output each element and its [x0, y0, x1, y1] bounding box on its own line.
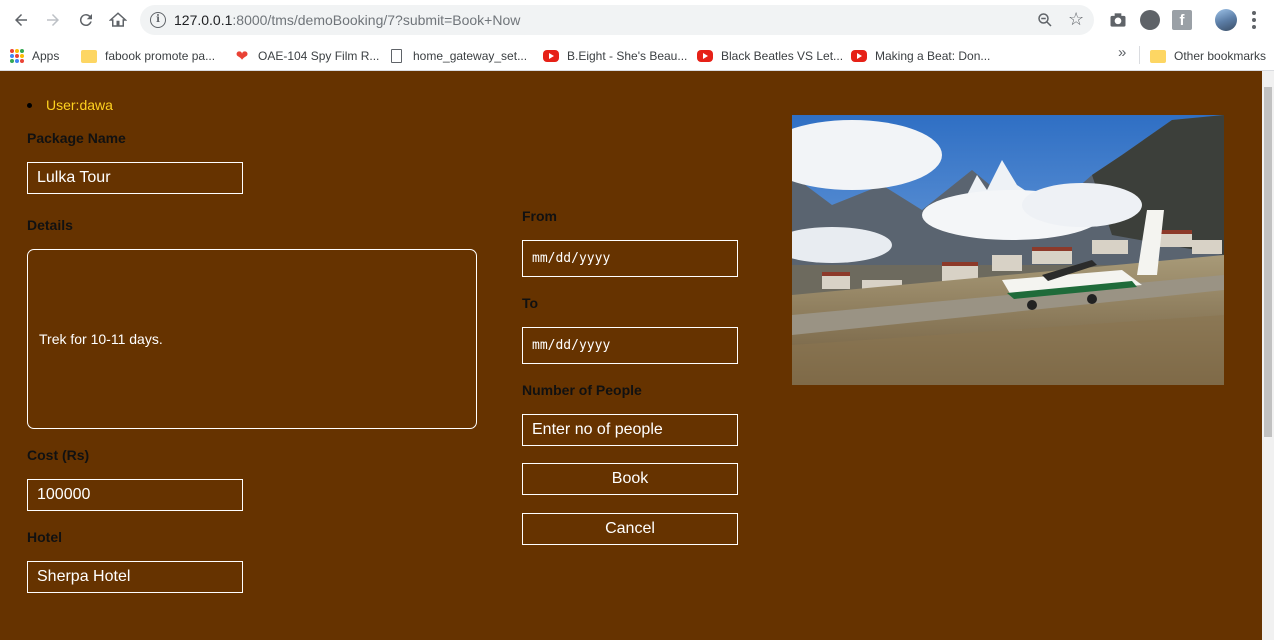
youtube-icon: [851, 50, 867, 62]
reload-icon[interactable]: [74, 8, 98, 32]
lukla-airport-photo: [792, 115, 1224, 385]
home-icon[interactable]: [106, 8, 130, 32]
from-date-input[interactable]: mm/dd/yyyy: [522, 240, 738, 277]
youtube-icon: [697, 50, 713, 62]
package-name-input[interactable]: [27, 162, 243, 194]
browser-menu-icon[interactable]: [1252, 11, 1256, 29]
camera-extension-icon[interactable]: [1108, 10, 1128, 30]
booking-page: User:dawa Package Name Details Trek for …: [0, 71, 1262, 640]
book-button[interactable]: Book: [522, 463, 738, 495]
scrollbar-thumb[interactable]: [1264, 87, 1272, 437]
facebook-extension-icon[interactable]: f: [1172, 10, 1192, 30]
from-label: From: [522, 208, 557, 224]
other-bookmarks[interactable]: Other bookmarks: [1150, 44, 1266, 68]
cost-label: Cost (Rs): [27, 447, 90, 463]
site-info-icon[interactable]: i: [150, 12, 166, 28]
number-of-people-label: Number of People: [522, 382, 642, 398]
details-label: Details: [27, 217, 73, 233]
to-label: To: [522, 295, 539, 311]
bookmark-oae[interactable]: ❤ OAE-104 Spy Film R...: [234, 44, 380, 68]
apps-grid-icon: [10, 49, 24, 63]
profile-avatar[interactable]: [1215, 9, 1237, 31]
browser-toolbar: i 127.0.0.1:8000/tms/demoBooking/7?submi…: [0, 0, 1274, 40]
cost-input[interactable]: [27, 479, 243, 511]
document-icon: [391, 49, 402, 63]
back-arrow-icon[interactable]: [9, 8, 33, 32]
bookmark-fabook[interactable]: fabook promote pa...: [81, 44, 215, 68]
package-name-label: Package Name: [27, 130, 126, 146]
cancel-button[interactable]: Cancel: [522, 513, 738, 545]
hotel-label: Hotel: [27, 529, 62, 545]
number-of-people-input[interactable]: [522, 414, 738, 446]
url-text[interactable]: 127.0.0.1:8000/tms/demoBooking/7?submit=…: [174, 12, 520, 28]
heart-icon: ❤: [235, 48, 249, 65]
address-bar[interactable]: i 127.0.0.1:8000/tms/demoBooking/7?submi…: [140, 5, 1094, 35]
youtube-icon: [543, 50, 559, 62]
bookmarks-overflow-icon[interactable]: »: [1118, 44, 1126, 61]
user-list-item: User:dawa: [27, 97, 113, 113]
bookmark-star-icon[interactable]: ☆: [1068, 9, 1084, 30]
to-date-placeholder: mm/dd/yyyy: [532, 338, 611, 353]
bookmarks-separator: [1139, 46, 1140, 64]
folder-icon: [81, 50, 97, 63]
bookmark-home-gateway[interactable]: home_gateway_set...: [391, 44, 527, 68]
details-textarea[interactable]: Trek for 10-11 days.: [27, 249, 477, 429]
details-text: Trek for 10-11 days.: [39, 331, 163, 347]
globe-extension-icon[interactable]: [1140, 10, 1160, 30]
bookmarks-bar: Apps fabook promote pa... ❤ OAE-104 Spy …: [0, 40, 1274, 71]
hotel-input[interactable]: [27, 561, 243, 593]
to-date-input[interactable]: mm/dd/yyyy: [522, 327, 738, 364]
bookmark-making-a-beat[interactable]: Making a Beat: Don...: [851, 44, 990, 68]
folder-icon: [1150, 50, 1166, 63]
bookmark-beight[interactable]: B.Eight - She's Beau...: [543, 44, 687, 68]
zoom-out-icon[interactable]: [1036, 11, 1054, 29]
bookmark-black-beatles[interactable]: Black Beatles VS Let...: [697, 44, 843, 68]
forward-arrow-icon[interactable]: [41, 8, 65, 32]
page-scrollbar[interactable]: [1262, 71, 1274, 640]
from-date-placeholder: mm/dd/yyyy: [532, 251, 611, 266]
bookmark-apps[interactable]: Apps: [10, 44, 59, 68]
